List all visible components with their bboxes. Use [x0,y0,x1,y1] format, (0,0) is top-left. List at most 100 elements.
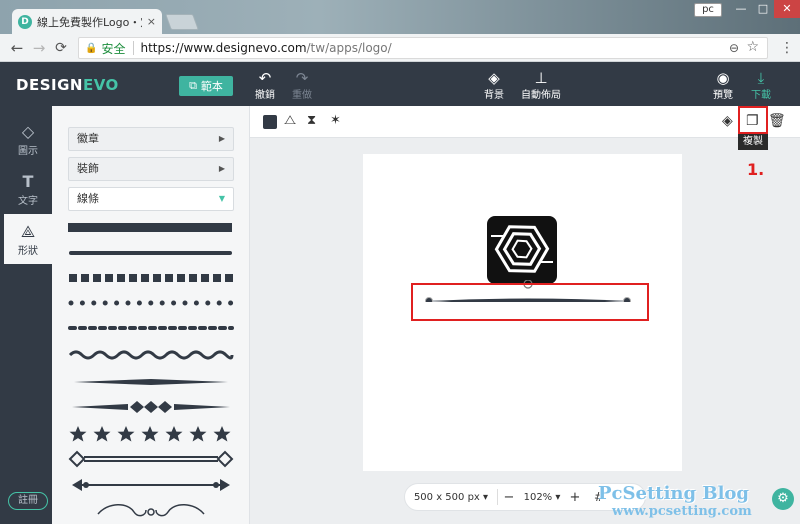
rail-label-icons: 圖示 [18,146,38,157]
address-bar: ← → ⟳ 🔒 安全 https://www.designevo.com/tw/… [0,34,800,62]
profile-badge[interactable]: pc [694,3,722,17]
paint-bucket-icon: ◈ [488,69,500,87]
auto-layout-label: 自動佈局 [521,90,561,101]
preview-button[interactable]: ◉ 預覽 [703,70,743,101]
tab-close-icon[interactable]: × [147,15,156,28]
hexagon-logo-icon[interactable] [487,216,557,284]
shapes-panel: 徽章 ▶ 裝飾 ▶ 線條 ▼ [52,106,250,524]
browser-tab[interactable]: D 線上免費製作Logo・定制 × [12,9,162,34]
line-shape-thick[interactable] [68,222,234,234]
rail-item-text[interactable]: T 文字 [4,164,52,212]
url-text: https://www.designevo.com/tw/apps/logo/ [140,41,391,55]
preview-label: 預覽 [713,90,733,101]
line-shape-round-dots[interactable] [68,298,234,308]
secure-label: 安全 [101,41,126,56]
rail-label-text: 文字 [18,196,38,207]
zoom-out-icon[interactable]: ⊖ [729,41,739,55]
designevo-logo[interactable]: DESIGNEVO [16,76,119,94]
settings-gear-icon[interactable]: ⚙ [772,488,794,510]
selection-highlight-box [411,283,649,321]
url-path: /tw/apps/logo/ [306,41,392,55]
magic-wand-icon[interactable]: ✶ [330,113,341,128]
redo-button[interactable]: ↷ 重做 [282,70,322,101]
line-shape-diamond-center[interactable] [68,400,234,414]
logo-evo-text: EVO [82,76,119,94]
category-badges-label: 徽章 [77,132,99,145]
watermark-url: www.pcsetting.com [612,504,752,519]
chevron-right-icon: ▶ [218,134,225,143]
browser-menu-icon[interactable]: ⋮ [780,40,794,56]
zoom-in-button[interactable]: + [564,490,586,505]
rail-item-icons[interactable]: ◇ 圖示 [4,114,52,162]
rail-item-shapes[interactable]: ⟁ 形狀 [4,214,52,264]
url-field[interactable]: 🔒 安全 https://www.designevo.com/tw/apps/l… [78,37,768,59]
minimize-button[interactable]: — [730,0,752,18]
browser-titlebar: D 線上免費製作Logo・定制 × pc — □ ✕ [0,0,800,34]
forward-button[interactable]: → [28,39,50,57]
line-shape-rounded[interactable] [68,248,234,258]
tab-title: 線上免費製作Logo・定制 [37,15,142,29]
eye-icon: ◉ [716,69,730,87]
hexagon-logo-graphic [491,225,553,273]
category-decorations-label: 裝飾 [77,162,99,175]
designevo-favicon-icon: D [18,14,32,29]
canvas-size-select[interactable]: 500 x 500 px ▾ [405,492,497,503]
line-shape-tapered[interactable] [68,378,234,386]
undo-button[interactable]: ↶ 撤銷 [245,70,285,101]
templates-button[interactable]: ⧉ 範本 [179,76,233,96]
undo-icon: ↶ [258,69,272,87]
zoom-out-button[interactable]: − [498,490,520,505]
lock-icon: 🔒 [85,42,98,54]
line-shape-square-dots[interactable] [68,272,234,284]
trash-icon[interactable]: 🗑 [768,113,786,129]
close-window-button[interactable]: ✕ [774,0,800,18]
canvas-size-value: 500 x 500 px [413,491,480,503]
line-shape-arrow-ends[interactable] [68,476,234,494]
shapes-icon: ⟁ [20,222,36,241]
download-label: 下載 [751,90,771,101]
zoom-percent-value: 102% [523,491,553,503]
auto-layout-button[interactable]: ⊥ 自動佈局 [515,70,567,101]
gem-icon: ◇ [21,122,35,141]
chevron-down-icon: ▼ [218,194,225,203]
line-shape-diamond-ends[interactable] [68,450,234,468]
caret-down-icon: ▾ [555,491,561,503]
line-shape-stars[interactable] [68,424,234,444]
copy-highlight-box [738,106,768,134]
zoom-percent-select[interactable]: 102% ▾ [520,492,564,503]
canvas-area: ⧍ ⧗ ✶ ◈ ❐ 🗑 複製 1. 500 x 500 px ▾ − 102% … [250,106,800,524]
watermark-title: PcSetting Blog [598,483,749,504]
register-button[interactable]: 註冊 [8,492,48,510]
flip-vertical-icon[interactable]: ⧗ [307,113,316,128]
context-toolbar: ⧍ ⧗ ✶ ◈ ❐ 🗑 [250,106,800,138]
line-shape-wave[interactable] [68,348,234,362]
url-divider [133,41,135,55]
text-icon: T [22,172,34,191]
category-lines-label: 線條 [77,192,99,205]
background-button[interactable]: ◈ 背景 [474,70,514,101]
rail-label-shapes: 形狀 [18,246,38,257]
url-host: https://www.designevo.com [140,41,307,55]
back-button[interactable]: ← [6,39,28,57]
category-lines[interactable]: 線條 ▼ [68,187,234,211]
redo-icon: ↷ [295,69,309,87]
auto-layout-icon: ⊥ [534,69,548,87]
reload-button[interactable]: ⟳ [50,40,72,56]
category-decorations[interactable]: 裝飾 ▶ [68,157,234,181]
color-swatch[interactable] [263,115,277,129]
new-tab-button[interactable] [165,14,199,30]
line-shape-flourish[interactable] [68,500,234,520]
maximize-button[interactable]: □ [752,0,774,18]
download-button[interactable]: ⤓ 下載 [741,70,781,101]
category-badges[interactable]: 徽章 ▶ [68,127,234,151]
templates-label: 範本 [200,80,223,93]
copy-tooltip: 複製 [738,134,768,150]
bookmark-star-icon[interactable]: ☆ [746,39,759,55]
chevron-right-icon: ▶ [218,164,225,173]
artboard[interactable] [363,154,682,471]
flip-horizontal-icon[interactable]: ⧍ [284,113,296,128]
line-shape-dashes[interactable] [68,323,234,333]
redo-label: 重做 [292,90,312,101]
layers-icon[interactable]: ◈ [722,113,733,129]
background-label: 背景 [484,90,504,101]
